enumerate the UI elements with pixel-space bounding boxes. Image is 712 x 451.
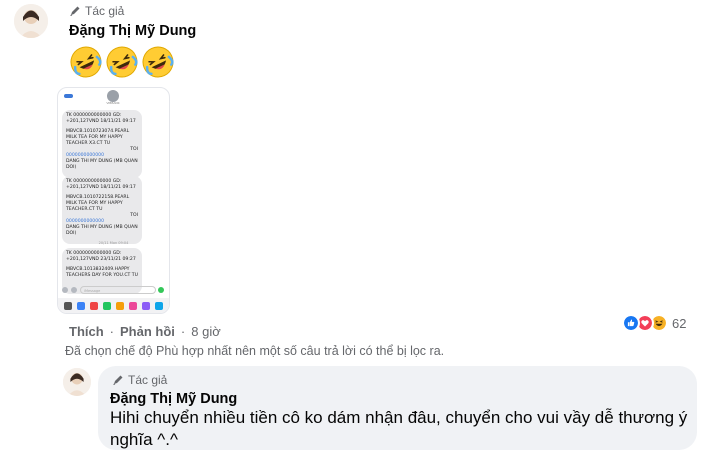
- author-tag-label: Tác giả: [85, 4, 125, 18]
- screenshot-header: VIBBANK: [58, 88, 169, 105]
- sms-bubble: TK 0000000000000 GD: +201,127VND 18/11/2…: [62, 176, 142, 244]
- sms-bubble: TK 0000000000000 GD: +201,127VND 18/11/2…: [62, 110, 142, 178]
- reply-author-tag-label: Tác giả: [128, 373, 168, 387]
- sms-detail: MBVCB.1010723074.PEARL MILK TEA FOR MY H…: [66, 129, 130, 146]
- app-icon: [129, 301, 138, 310]
- sms-account: TK 0000000000000 GD:: [66, 113, 122, 118]
- author-avatar[interactable]: [14, 4, 48, 38]
- sms-account: TK 0000000000000 GD:: [66, 251, 122, 256]
- camera-icon: [62, 287, 68, 293]
- pen-icon: [113, 375, 123, 385]
- date-divider: 20/11 Mon 09:04: [98, 241, 129, 245]
- comment-timestamp[interactable]: 8 giờ: [191, 324, 221, 339]
- reply-author-avatar[interactable]: [63, 368, 91, 396]
- sms-input: iMessage: [80, 286, 156, 294]
- reply-author-name[interactable]: Đặng Thị Mỹ Dung: [110, 391, 237, 407]
- action-separator: ·: [109, 324, 115, 339]
- sms-recipient: DANG THI MY DUNG (MB QUAN DOI): [66, 159, 138, 170]
- reply-text: Hihi chuyển nhiều tiền cô ko dám nhận đâ…: [110, 408, 688, 449]
- sms-account: TK 0000000000000 GD:: [66, 179, 122, 184]
- action-separator: ·: [180, 324, 186, 339]
- rolling-laughing-emoji-icon: [70, 46, 102, 78]
- app-icon: [102, 301, 111, 310]
- rolling-laughing-emoji-icon: [106, 46, 138, 78]
- attached-screenshot[interactable]: VIBBANK TK 0000000000000 GD: +201,127VND…: [57, 87, 170, 314]
- app-icon: [142, 301, 151, 310]
- back-button: [64, 94, 73, 98]
- author-avatar-image: [14, 4, 48, 38]
- comment-actions: Thích · Phản hồi · 8 giờ: [69, 324, 221, 339]
- contact-name: VIBBANK: [106, 101, 120, 105]
- reply-author-tag: Tác giả: [112, 373, 167, 387]
- like-button[interactable]: Thích: [69, 324, 104, 339]
- sms-amount: +201,127VND 18/11/21 09:17: [66, 119, 136, 124]
- pen-icon: [70, 6, 80, 16]
- author-tag: Tác giả: [69, 4, 124, 18]
- sms-account-2: 0000000000000: [66, 219, 104, 224]
- sms-recipient: DANG THI MY DUNG (MB QUAN DOI): [66, 225, 138, 236]
- app-icon: [116, 301, 125, 310]
- sms-detail: MBVCB.1013832409.HAPPY TEACHERS DAY FOR …: [66, 267, 138, 278]
- app-icon: [89, 301, 98, 310]
- apps-icon: [71, 287, 77, 293]
- send-icon: [158, 287, 164, 293]
- emoji-row: [70, 46, 174, 78]
- app-icon: [63, 301, 72, 310]
- filter-notice: Đã chọn chế độ Phù hợp nhất nên một số c…: [65, 344, 445, 358]
- sms-input-bar: iMessage: [62, 286, 165, 295]
- reply-button[interactable]: Phản hồi: [120, 324, 175, 339]
- sms-amount: +201,127VND 23/11/21 09:27: [66, 257, 136, 262]
- app-icon: [155, 301, 164, 310]
- reaction-summary[interactable]: 62: [622, 313, 686, 333]
- reaction-count: 62: [672, 315, 687, 331]
- sms-account-2: 0000000000000: [66, 153, 104, 158]
- like-reaction-icon: [622, 314, 640, 332]
- app-strip: [58, 298, 169, 313]
- sms-amount: +201,127VND 18/11/21 09:17: [66, 185, 136, 190]
- author-name[interactable]: Đặng Thị Mỹ Dung: [69, 23, 196, 39]
- rolling-laughing-emoji-icon: [142, 46, 174, 78]
- app-icon: [76, 301, 85, 310]
- reply-avatar-image: [63, 368, 91, 396]
- reply-bubble: Tác giả Đặng Thị Mỹ Dung Hihi chuyển nhi…: [98, 366, 697, 450]
- sms-detail: MBVCB.1010722158.PEARL MILK TEA FOR MY H…: [66, 195, 130, 212]
